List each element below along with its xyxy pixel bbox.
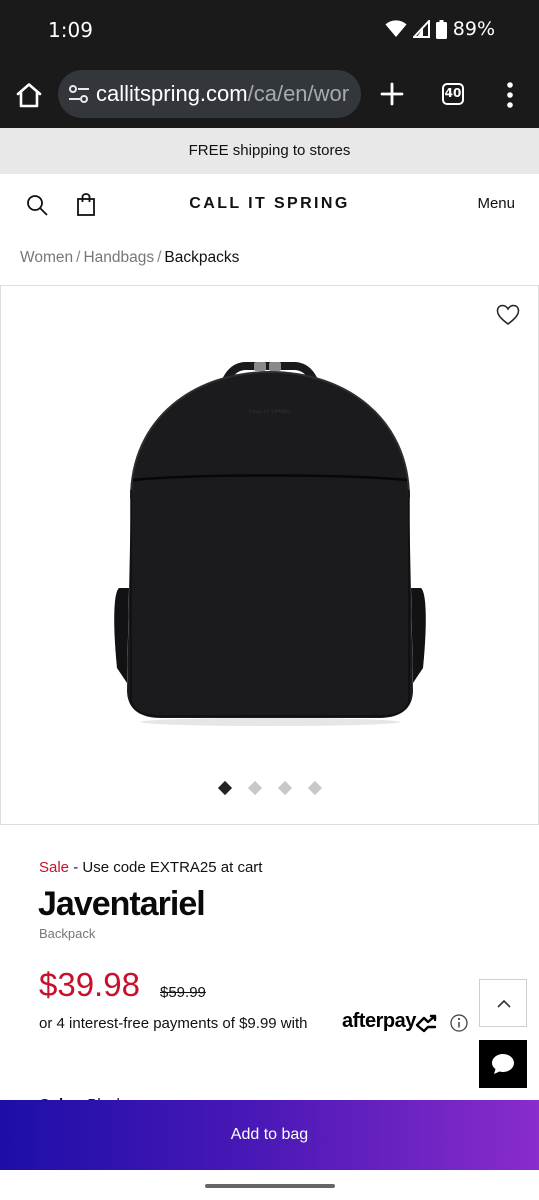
browser-toolbar: callitspring.com/ca/en/wor 40 [0,60,539,128]
heart-icon[interactable] [496,304,520,326]
status-time: 1:09 [48,18,93,42]
brand-logo[interactable]: CALL IT SPRING [0,195,539,213]
afterpay-logo[interactable]: afterpay [342,1010,416,1033]
promo-banner[interactable]: FREE shipping to stores [0,128,539,174]
battery-icon [435,19,447,39]
wifi-icon [385,20,407,37]
system-nav-bar [0,1170,539,1200]
more-vert-icon[interactable] [505,82,515,108]
site-settings-icon[interactable] [68,84,90,104]
product-type: Backpack [39,926,96,941]
battery-percent: 89% [452,18,495,40]
gallery-pagination [1,780,538,796]
sale-label: Sale [39,859,70,876]
sale-price: $39.98 [39,966,140,1003]
url-text: callitspring.com/ca/en/wor [96,81,349,107]
url-domain: callitspring.com [96,81,248,106]
gallery-dot[interactable] [247,780,262,796]
breadcrumb-separator: / [157,249,162,266]
breadcrumb-backpacks: Backpacks [164,249,240,266]
gesture-handle[interactable] [205,1184,335,1188]
url-path: /ca/en/wor [247,81,350,106]
gallery-dot[interactable] [307,780,322,796]
chat-icon [492,1054,514,1074]
breadcrumb-women[interactable]: Women [20,249,73,266]
menu-button[interactable]: Menu [477,195,515,212]
site-header: CALL IT SPRING Menu [0,174,539,236]
gallery-dot[interactable] [277,780,292,796]
status-icons: 89% [385,18,495,40]
info-icon[interactable] [450,1014,468,1032]
cell-signal-icon [412,20,430,38]
add-to-bag-button[interactable]: Add to bag [0,1100,539,1170]
installments-text: or 4 interest-free payments of $9.99 wit… [39,1015,308,1032]
product-image-brand-print: CALL IT SPRING [249,409,291,415]
chevron-up-icon [497,999,511,1008]
scroll-to-top-button[interactable] [479,979,527,1027]
sale-separator: - [73,859,79,876]
chat-button[interactable] [479,1040,527,1088]
tab-switcher-icon[interactable]: 40 [442,83,464,105]
breadcrumb-handbags[interactable]: Handbags [83,249,154,266]
address-bar[interactable]: callitspring.com/ca/en/wor [58,70,361,118]
sale-code-text: Use code EXTRA25 at cart [82,859,263,876]
home-icon[interactable] [14,80,44,110]
breadcrumb: Women / Handbags / Backpacks [20,249,239,267]
plus-icon[interactable] [380,82,404,106]
product-title: Javentariel [38,885,206,923]
product-image-backpack: CALL IT SPRING [114,362,426,726]
sale-message: Sale - Use code EXTRA25 at cart [39,859,262,876]
afterpay-arrows-icon [415,1014,437,1033]
status-bar: 1:09 89% [0,0,539,60]
gallery-dot[interactable] [217,780,232,796]
original-price: $59.99 [160,984,206,1001]
product-gallery[interactable]: CALL IT SPRING [0,285,539,825]
breadcrumb-separator: / [76,249,81,266]
